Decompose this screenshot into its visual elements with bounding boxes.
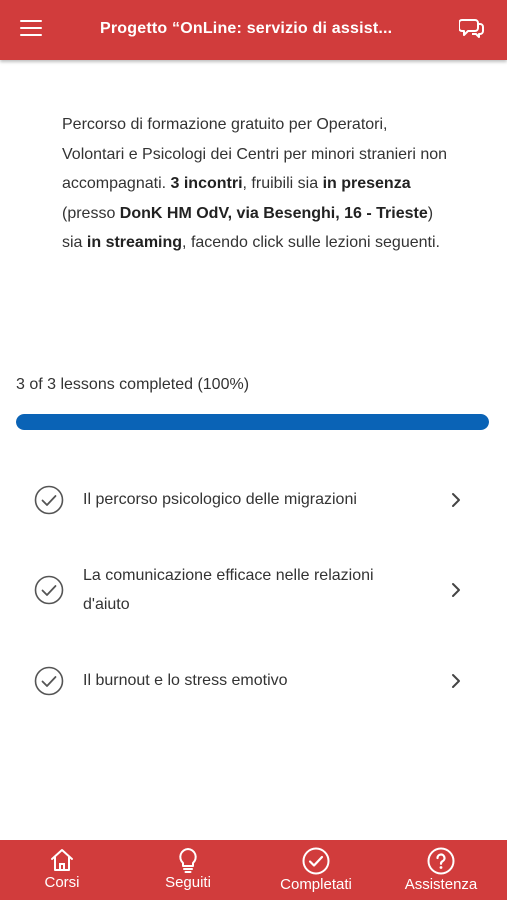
home-icon — [51, 849, 73, 871]
hamburger-icon[interactable] — [20, 20, 42, 38]
intro-bold-4: in streaming — [86, 234, 183, 251]
question-circle-icon — [427, 847, 455, 875]
lesson-title: La comunicazione efficace nelle relazion… — [83, 566, 374, 614]
nav-label: Assistenza — [404, 876, 478, 893]
intro-bold-1: 3 incontri — [170, 175, 243, 192]
intro-text-3: (presso — [62, 204, 120, 222]
app-header: Progetto “OnLine: servizio di assist... — [0, 0, 507, 60]
chevron-right-icon — [452, 583, 460, 597]
course-description: Percorso di formazione gratuito per Oper… — [62, 110, 452, 258]
progress-label: 3 of 3 lessons completed (100%) — [16, 376, 250, 393]
lesson-item-1[interactable]: Il percorso psicologico delle migrazioni — [0, 485, 507, 515]
chat-bubbles-icon[interactable] — [459, 16, 485, 40]
nav-seguiti[interactable]: Seguiti — [158, 840, 218, 900]
bottom-navigation: Corsi Seguiti Completati Assistenza — [0, 840, 507, 900]
nav-label: Seguiti — [165, 874, 211, 891]
lesson-item-3[interactable]: Il burnout e lo stress emotivo — [0, 666, 507, 696]
progress-bar-fill — [16, 414, 489, 430]
check-circle-icon — [302, 847, 330, 875]
nav-label: Completati — [280, 876, 352, 893]
nav-assistenza[interactable]: Assistenza — [395, 840, 487, 900]
nav-label: Corsi — [44, 874, 80, 891]
intro-bold-2: in presenza — [322, 175, 411, 192]
chevron-right-icon — [452, 674, 460, 688]
page-title: Progetto “OnLine: servizio di assist... — [100, 20, 393, 37]
check-circle-icon — [34, 485, 64, 515]
nav-completati[interactable]: Completati — [270, 840, 362, 900]
intro-bold-3: DonK HM OdV, via Besenghi, 16 - Trieste — [119, 204, 428, 222]
progress-bar — [16, 414, 489, 430]
check-circle-icon — [34, 575, 64, 605]
lesson-title: Il burnout e lo stress emotivo — [83, 672, 288, 690]
lightbulb-icon — [179, 848, 197, 873]
intro-text-5: , facendo click sulle lezioni seguenti. — [182, 234, 440, 251]
check-circle-icon — [34, 666, 64, 696]
lesson-title: Il percorso psicologico delle migrazioni — [83, 491, 357, 509]
lesson-item-2[interactable]: La comunicazione efficace nelle relazion… — [0, 560, 507, 620]
intro-text-2: , fruibili sia — [242, 175, 323, 192]
nav-corsi[interactable]: Corsi — [32, 840, 92, 900]
chevron-right-icon — [452, 493, 460, 507]
